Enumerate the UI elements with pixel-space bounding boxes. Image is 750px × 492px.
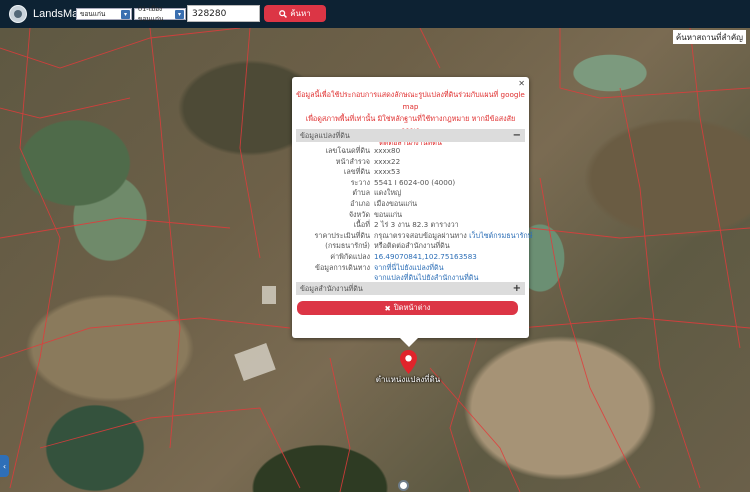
top-bar: LandsMaps ขอนแก่น ▾ 01-เมืองขอนแก่น ▾ ค้…: [0, 0, 750, 28]
info-label: เนื้อที่: [353, 220, 370, 230]
x-icon: ✖: [384, 303, 391, 313]
province-select[interactable]: ขอนแก่น ▾: [76, 8, 132, 20]
info-row: เลขที่ดิน xxxx53: [296, 167, 525, 177]
info-link[interactable]: จากแปลงที่ดินไปยังสำนักงานที่ดิน: [374, 273, 478, 282]
info-label: ค่าพิกัดแปลง: [330, 252, 370, 261]
section-header-parcel[interactable]: ข้อมูลแปลงที่ดิน −: [296, 129, 525, 142]
info-row: ตำบล แดงใหญ่: [296, 188, 525, 198]
info-row: อำเภอ เมืองขอนแก่น: [296, 199, 525, 209]
close-window-button[interactable]: ✖ ปิดหน้าต่าง: [297, 301, 518, 315]
parcel-info-popup: ✕ ข้อมูลนี้เพื่อใช้ประกอบการแสดงลักษณะรู…: [292, 77, 533, 347]
info-row: ข้อมูลการเดินทาง จากที่นี่ไปยังแปลงที่ดิน: [296, 263, 525, 273]
info-link[interactable]: 16.49070841,102.75163583: [374, 252, 477, 261]
info-value-text: xxxx53: [374, 167, 401, 177]
search-button[interactable]: ค้นหา: [264, 5, 326, 22]
info-link[interactable]: จากที่นี่ไปยังแปลงที่ดิน: [374, 263, 444, 272]
info-row: ระวาง 5541 I 6024-00 (4000): [296, 178, 525, 188]
search-places-button[interactable]: ค้นหาสถานที่สำคัญ: [672, 30, 746, 44]
info-label: (กรมธนารักษ์): [325, 241, 370, 251]
x-icon[interactable]: ✕: [518, 79, 525, 88]
info-link[interactable]: เว็บไซต์กรมธนารักษ์: [469, 231, 532, 240]
section-title: ข้อมูลสำนักงานที่ดิน: [300, 284, 363, 293]
info-value: 16.49070841,102.75163583: [374, 252, 477, 262]
info-row: หน้าสำรวจ xxxx22: [296, 157, 525, 167]
info-value: xxxx80: [374, 146, 400, 156]
info-label: ระวาง: [350, 177, 370, 187]
info-value: 5541 I 6024-00 (4000): [374, 178, 455, 188]
info-value: xxxx53: [374, 167, 400, 177]
info-value-text: กรุณาตรวจสอบข้อมูลผ่านทาง: [374, 230, 470, 240]
info-row: เนื้อที่ 2 ไร่ 3 งาน 82.3 ตารางวา: [296, 220, 525, 230]
info-label: ข้อมูลการเดินทาง: [315, 262, 370, 272]
info-label: ราคาประเมินที่ดิน: [314, 230, 370, 240]
info-label: ตำบล: [352, 188, 370, 198]
info-value: เมืองขอนแก่น: [374, 199, 417, 209]
parcel-number-input[interactable]: [187, 5, 260, 22]
expand-toggle[interactable]: +: [513, 282, 521, 295]
map-pin-icon: [400, 350, 417, 374]
info-value-text: 2 ไร่ 3 งาน 82.3 ตารางวา: [374, 220, 459, 230]
info-value-text: 5541 I 6024-00 (4000): [374, 177, 456, 187]
info-row: เลขโฉนดที่ดิน xxxx80: [296, 146, 525, 156]
info-value-text: แดงใหญ่: [374, 188, 402, 198]
info-label: เลขที่ดิน: [343, 167, 370, 177]
close-window-label: ปิดหน้าต่าง: [393, 303, 431, 312]
info-value-text: เมืองขอนแก่น: [374, 199, 418, 208]
search-button-label: ค้นหา: [290, 9, 311, 18]
magnifier-icon: [279, 9, 288, 18]
info-row: ค่าพิกัดแปลง 16.49070841,102.75163583: [296, 252, 525, 262]
info-row: จังหวัด ขอนแก่น: [296, 210, 525, 220]
info-value: หรือติดต่อสำนักงานที่ดิน: [374, 241, 450, 251]
side-panel-toggle[interactable]: ‹: [0, 455, 9, 477]
chevron-down-icon: ▾: [121, 10, 130, 19]
info-value: ขอนแก่น: [374, 210, 402, 220]
section-title: ข้อมูลแปลงที่ดิน: [300, 131, 350, 140]
landsmaps-logo-icon[interactable]: [9, 5, 27, 23]
info-row: (กรมธนารักษ์) หรือติดต่อสำนักงานที่ดิน: [296, 241, 525, 251]
info-label: หน้าสำรวจ: [335, 156, 370, 166]
info-value-text: xxxx22: [374, 156, 401, 166]
info-label: จังหวัด: [348, 209, 370, 219]
info-value: แดงใหญ่: [374, 188, 401, 198]
info-value: จากที่นี่ไปยังแปลงที่ดิน: [374, 263, 444, 273]
section-header-land-office[interactable]: ข้อมูลสำนักงานที่ดิน +: [296, 282, 525, 295]
location-dot-icon[interactable]: [398, 480, 409, 491]
collapse-toggle[interactable]: −: [513, 129, 521, 142]
marker-label: ตำแหน่งแปลงที่ดิน: [375, 375, 441, 384]
info-value-text: xxxx80: [374, 146, 401, 155]
chevron-left-icon: ‹: [2, 461, 7, 471]
info-value: กรุณาตรวจสอบข้อมูลผ่านทาง เว็บไซต์กรมธนา…: [374, 231, 533, 241]
disclaimer-line: ข้อมูลนี้เพื่อใช้ประกอบการแสดงลักษณะรูปแ…: [296, 90, 525, 111]
info-label: อำเภอ: [350, 199, 370, 208]
info-value: xxxx22: [374, 157, 400, 167]
info-label: เลขโฉนดที่ดิน: [325, 146, 370, 155]
info-value-text: ขอนแก่น: [374, 209, 403, 219]
info-value: 2 ไร่ 3 งาน 82.3 ตารางวา: [374, 220, 459, 230]
province-select-value: ขอนแก่น: [80, 10, 106, 18]
info-row: ราคาประเมินที่ดิน กรุณาตรวจสอบข้อมูลผ่านท…: [296, 230, 533, 241]
district-select[interactable]: 01-เมืองขอนแก่น ▾: [134, 5, 186, 23]
chevron-down-icon: ▾: [175, 10, 184, 19]
info-value-text: หรือติดต่อสำนักงานที่ดิน: [374, 241, 450, 251]
